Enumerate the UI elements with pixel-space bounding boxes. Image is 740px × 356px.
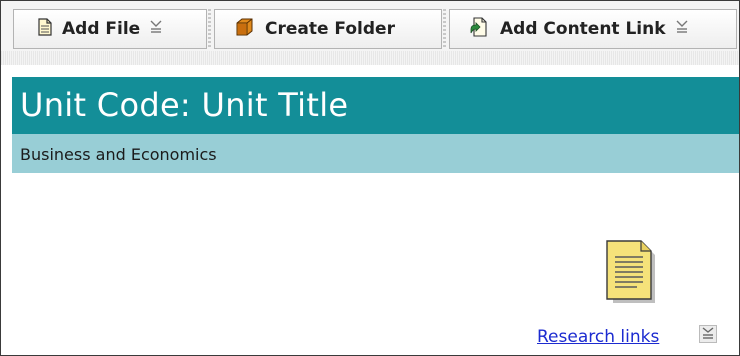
page-subtitle: Business and Economics — [20, 145, 217, 164]
add-content-link-button[interactable]: Add Content Link — [449, 9, 737, 49]
toolbar-divider — [1, 51, 739, 65]
document-icon[interactable] — [601, 239, 657, 309]
file-icon — [38, 17, 52, 41]
toolbar-separator — [443, 9, 446, 49]
add-content-link-label: Add Content Link — [500, 19, 666, 39]
add-file-button[interactable]: Add File — [13, 9, 207, 49]
dropdown-caret-icon[interactable] — [150, 19, 162, 39]
create-folder-button[interactable]: Create Folder — [214, 9, 442, 49]
unit-subtitle-bar: Business and Economics — [12, 134, 739, 173]
unit-title-bar: Unit Code: Unit Title — [12, 77, 739, 134]
content-link-icon — [470, 16, 490, 42]
content-item-link[interactable]: Research links — [537, 327, 659, 347]
toolbar-separator — [208, 9, 211, 49]
window-frame: Add File Create Folder Add Content Link … — [0, 0, 740, 356]
create-folder-label: Create Folder — [265, 19, 395, 39]
add-file-label: Add File — [62, 19, 141, 39]
item-menu-icon[interactable] — [699, 325, 717, 347]
page-title: Unit Code: Unit Title — [20, 86, 349, 124]
toolbar: Add File Create Folder Add Content Link — [1, 1, 739, 65]
dropdown-caret-icon[interactable] — [676, 19, 688, 39]
folder-icon — [235, 17, 255, 42]
